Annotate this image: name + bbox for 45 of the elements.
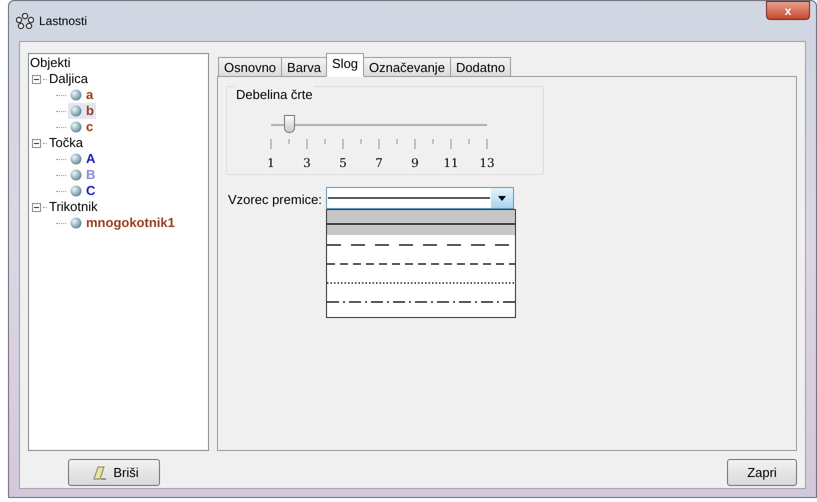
line-pattern-icon	[328, 196, 490, 200]
line-style-option[interactable]	[326, 222, 515, 235]
sphere-icon	[70, 217, 82, 229]
close-dialog-button[interactable]: Zapri	[727, 459, 797, 486]
tick-label: 7	[374, 155, 384, 172]
tick-label: 1	[266, 155, 276, 172]
tree-group[interactable]: Trikotnik	[49, 199, 98, 215]
field-label: Vzorec premice:	[228, 191, 322, 209]
line-pattern-icon	[326, 222, 515, 226]
tree-item[interactable]: A	[68, 151, 98, 167]
sphere-icon	[70, 121, 82, 133]
tree-root[interactable]: Objekti	[30, 55, 208, 71]
tree-item[interactable]: a	[68, 87, 96, 103]
collapse-icon[interactable]	[32, 202, 41, 212]
line-style-dropdown[interactable]	[326, 187, 514, 209]
sphere-icon	[70, 169, 82, 181]
flower-icon	[16, 13, 34, 29]
tab[interactable]: Dodatno	[450, 57, 512, 77]
tick-label: 5	[338, 155, 348, 172]
slider-thumb[interactable]	[284, 115, 295, 133]
tick-label: 13	[478, 155, 496, 172]
sphere-icon	[70, 153, 82, 165]
sphere-icon	[70, 105, 82, 117]
line-pattern-icon	[326, 280, 515, 284]
tick-label: 3	[302, 155, 312, 172]
tick-label: 9	[410, 155, 420, 172]
collapse-icon[interactable]	[32, 74, 41, 84]
tree-item[interactable]: mnogokotnik1	[68, 215, 177, 231]
sphere-icon	[70, 89, 82, 101]
line-pattern-icon	[326, 300, 515, 304]
tree-group[interactable]: Daljica	[49, 71, 88, 87]
window-title: Lastnosti	[39, 13, 88, 30]
tab[interactable]: Barva	[281, 57, 328, 77]
tick-label: 11	[442, 155, 460, 172]
delete-button[interactable]: Briši	[68, 459, 160, 486]
tab[interactable]: Slog	[326, 53, 364, 77]
collapse-icon[interactable]	[32, 138, 41, 148]
line-pattern-icon	[326, 262, 515, 266]
tab[interactable]: Osnovno	[218, 57, 282, 77]
tab[interactable]: Označevanje	[363, 57, 451, 77]
tree-item[interactable]: C	[68, 183, 98, 199]
tree-item[interactable]: b	[68, 103, 96, 119]
sphere-icon	[70, 185, 82, 197]
tree-group[interactable]: Točka	[49, 135, 83, 151]
tree-item[interactable]: c	[68, 119, 96, 135]
